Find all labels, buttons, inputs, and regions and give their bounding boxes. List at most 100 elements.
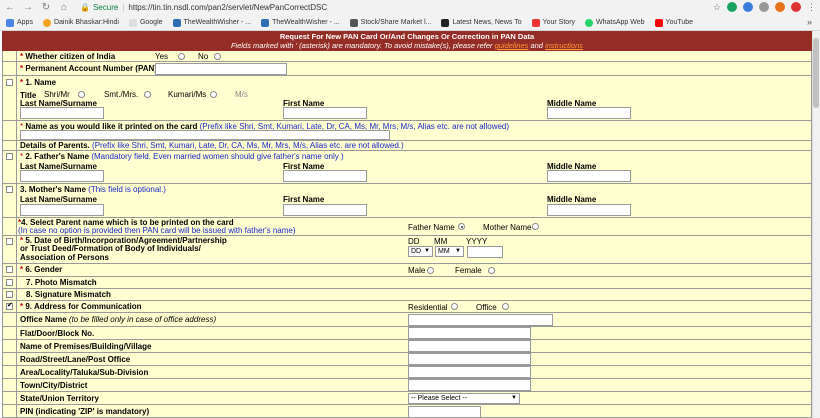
address-checkbox[interactable] — [6, 301, 13, 310]
photo-checkbox[interactable] — [6, 279, 13, 286]
flat-input[interactable] — [408, 327, 531, 339]
town-input[interactable] — [408, 379, 531, 391]
row-flat: Flat/Door/Block No. — [2, 327, 812, 340]
extension-icon-orange[interactable] — [775, 2, 785, 12]
reload-icon[interactable]: ↻ — [40, 2, 52, 14]
mother-last-input[interactable] — [20, 204, 104, 216]
star-icon[interactable]: ☆ — [713, 2, 721, 12]
parent-print-hint: (In case no option is provided then PAN … — [18, 226, 296, 235]
pin-input[interactable] — [408, 406, 481, 418]
extension-icon-red[interactable] — [791, 2, 801, 12]
bookmark-whatsapp[interactable]: WhatsApp Web — [585, 18, 645, 27]
bookmark-news[interactable]: Latest News, News To — [441, 18, 522, 27]
mother-middle-input[interactable] — [547, 204, 631, 216]
row-print-name: * Name as you would like it printed on t… — [2, 121, 812, 141]
mother-middle-label: Middle Name — [547, 195, 597, 204]
row-town: Town/City/District — [2, 379, 812, 392]
citizen-no-label: No — [198, 52, 209, 61]
bookmarks-more-icon[interactable]: » — [807, 17, 812, 27]
row-pan: * Permanent Account Number (PAN) — [2, 62, 812, 76]
mother-first-input[interactable] — [283, 204, 367, 216]
office-label: Office — [476, 303, 497, 312]
female-label: Female — [455, 266, 482, 275]
extension-icon-blue[interactable] — [743, 2, 753, 12]
apps-icon — [6, 18, 14, 27]
state-select[interactable]: -- Please Select -- ▼ — [408, 393, 520, 404]
bookmark-yourstory[interactable]: Your Story — [531, 18, 575, 27]
name-last-input[interactable] — [20, 107, 104, 119]
row-father: * 2. Father's Name (Mandatory field. Eve… — [2, 151, 812, 184]
father-name-opt-label: Father Name — [408, 223, 455, 232]
row-signature: 8. Signature Mismatch — [2, 289, 812, 301]
mother-name-radio[interactable] — [532, 223, 539, 230]
url-field[interactable]: 🔒 Secure | https://tin.tin.nsdl.com/pan2… — [80, 3, 327, 12]
title-shri-radio[interactable] — [78, 91, 85, 98]
row-area: Area/Locality/Taluka/Sub-Division — [2, 366, 812, 379]
pan-input[interactable] — [155, 63, 287, 75]
bookmark-google[interactable]: Google — [128, 18, 163, 27]
title-smt-radio[interactable] — [144, 91, 151, 98]
bookmark-stock[interactable]: Stock/Share Market l... — [349, 18, 431, 27]
print-name-input[interactable] — [20, 130, 390, 140]
extension-icon-green[interactable] — [727, 2, 737, 12]
father-last-input[interactable] — [20, 170, 104, 182]
row-road: Road/Street/Lane/Post Office — [2, 353, 812, 366]
name-middle-input[interactable] — [547, 107, 631, 119]
extension-icon-grey[interactable] — [759, 2, 769, 12]
back-icon[interactable]: ← — [4, 2, 16, 14]
form-title: Request For New PAN Card Or/And Changes … — [279, 32, 535, 41]
row-mother: 3. Mother's Name (This field is optional… — [2, 184, 812, 218]
area-input[interactable] — [408, 366, 531, 378]
office-radio[interactable] — [502, 303, 509, 310]
office-name-input[interactable] — [408, 314, 553, 326]
premises-input[interactable] — [408, 340, 531, 352]
pan-label: * Permanent Account Number (PAN) — [20, 64, 157, 73]
dob-year-input[interactable] — [467, 246, 503, 258]
residential-radio[interactable] — [451, 303, 458, 310]
dainik-icon — [42, 18, 51, 27]
premises-label: Name of Premises/Building/Village — [20, 342, 152, 351]
dob-month-select[interactable]: MM ▼ — [435, 246, 464, 257]
instructions-link[interactable]: instructions — [545, 41, 583, 50]
male-radio[interactable] — [427, 267, 434, 274]
wealthwisher-icon — [261, 18, 270, 27]
dob-checkbox[interactable] — [6, 238, 13, 245]
town-label: Town/City/District — [20, 381, 88, 390]
father-checkbox[interactable] — [6, 153, 13, 160]
dob-day-select[interactable]: DD ▼ — [408, 246, 433, 257]
title-kumari-label: Kumari/Ms — [168, 90, 207, 99]
title-kumari-radio[interactable] — [210, 91, 217, 98]
stock-icon — [349, 18, 358, 27]
row-gender: * 6. Gender Male Female — [2, 264, 812, 277]
title-ms-label: M/s — [235, 90, 248, 99]
name-first-input[interactable] — [283, 107, 367, 119]
youtube-icon — [654, 18, 663, 27]
bookmark-dainik[interactable]: Dainik Bhaskar:Hindi — [42, 18, 119, 27]
father-middle-input[interactable] — [547, 170, 631, 182]
signature-label: 8. Signature Mismatch — [26, 290, 111, 299]
father-name-radio[interactable] — [458, 223, 465, 230]
female-radio[interactable] — [488, 267, 495, 274]
bookmark-wealthwisher-1[interactable]: TheWealthWisher - ... — [172, 18, 251, 27]
bookmark-wealthwisher-2[interactable]: TheWealthWisher - ... — [261, 18, 340, 27]
forward-icon[interactable]: → — [22, 2, 34, 14]
signature-checkbox[interactable] — [6, 291, 13, 298]
guidelines-link[interactable]: guidelines — [495, 41, 529, 50]
menu-icon[interactable]: ⋮ — [807, 2, 816, 12]
mother-label: 3. Mother's Name (This field is optional… — [20, 185, 166, 194]
citizen-yes-radio[interactable] — [178, 53, 185, 60]
address-label: * 9. Address for Communication — [20, 302, 142, 311]
name-checkbox[interactable] — [6, 79, 13, 86]
road-input[interactable] — [408, 353, 531, 365]
bookmark-apps[interactable]: Apps — [6, 18, 33, 27]
father-first-input[interactable] — [283, 170, 367, 182]
home-icon[interactable]: ⌂ — [58, 2, 70, 14]
row-photo: 7. Photo Mismatch — [2, 277, 812, 289]
url-text: https://tin.tin.nsdl.com/pan2/servlet/Ne… — [128, 3, 328, 12]
lock-icon: 🔒 — [80, 3, 90, 12]
bookmark-youtube[interactable]: YouTube — [654, 18, 693, 27]
scrollbar-thumb[interactable] — [813, 38, 819, 108]
citizen-no-radio[interactable] — [214, 53, 221, 60]
gender-checkbox[interactable] — [6, 266, 13, 273]
mother-checkbox[interactable] — [6, 186, 13, 193]
